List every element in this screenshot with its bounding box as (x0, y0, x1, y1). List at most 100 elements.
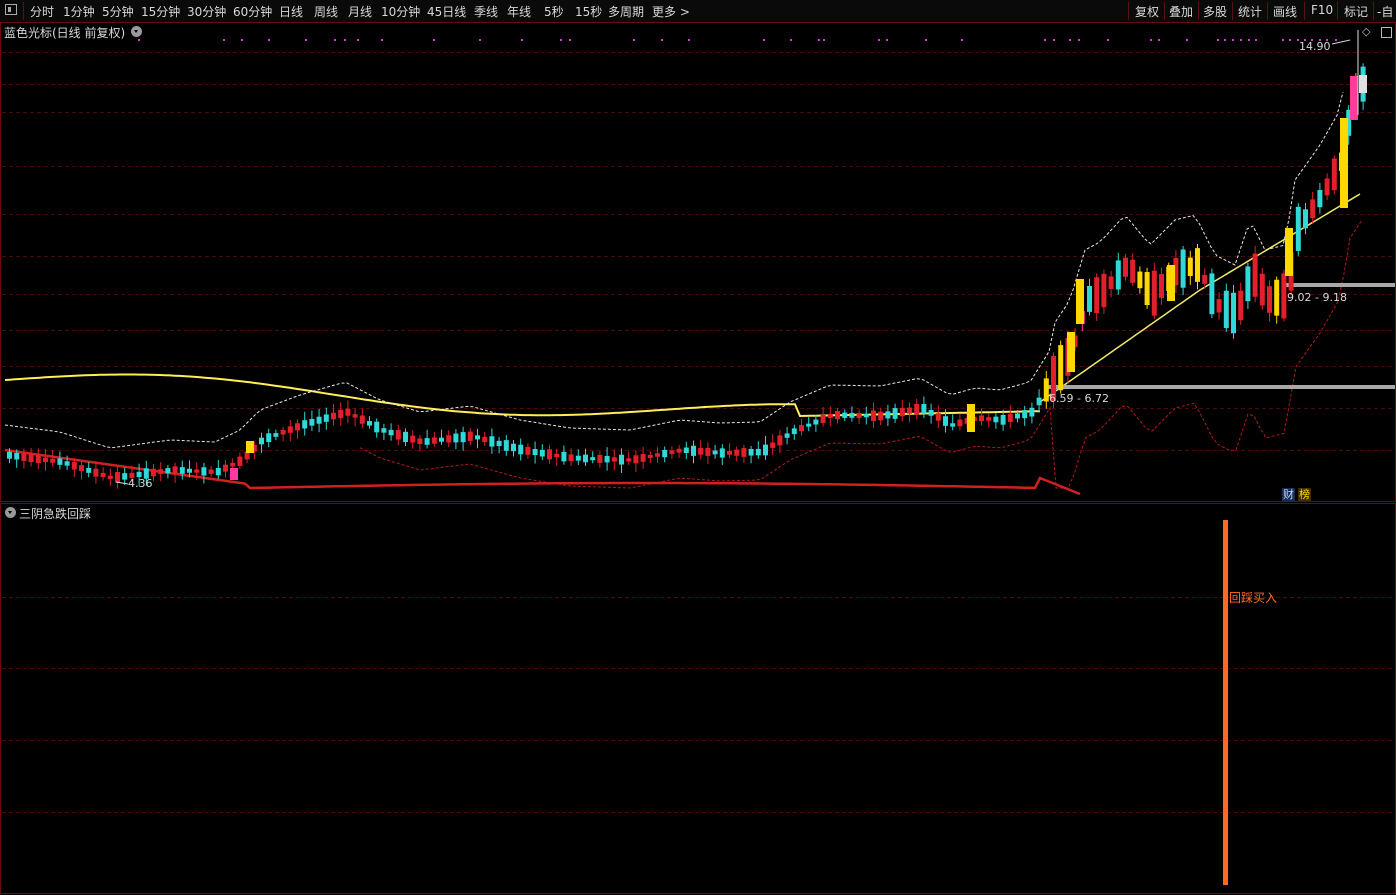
multi-stock-button[interactable]: 多股 (1203, 3, 1227, 20)
candle-body (719, 448, 725, 458)
buy-signal-bar (1223, 520, 1228, 885)
candle-body (187, 468, 192, 473)
period-tab[interactable]: 60分钟 (233, 3, 272, 20)
signal-dot (138, 39, 140, 41)
candle-body (1281, 273, 1287, 319)
indicator-chart[interactable] (0, 503, 1396, 895)
candle-body (482, 436, 488, 443)
highlight-candle (967, 404, 975, 432)
candle-body (1123, 257, 1128, 277)
period-tab[interactable]: 15秒 (575, 3, 602, 20)
candle-body (424, 438, 430, 445)
candle-body (1223, 290, 1229, 329)
period-tab[interactable]: 5秒 (544, 3, 564, 20)
toolbar-divider (1373, 2, 1374, 20)
candle-body (849, 412, 855, 418)
more-periods-menu[interactable]: 更多 > (652, 3, 690, 20)
overlay-button[interactable]: 叠加 (1169, 3, 1193, 20)
candle-body (35, 454, 41, 464)
candle-body (993, 416, 999, 423)
candle-body (367, 421, 372, 426)
candle-body (575, 455, 581, 461)
signal-dot (357, 39, 359, 41)
kline-chart[interactable] (0, 22, 1396, 502)
candle-body (359, 415, 365, 424)
candle-body (1274, 279, 1280, 316)
candle-body (194, 469, 200, 473)
high-price-arrow (1331, 39, 1351, 45)
window-icon[interactable] (5, 4, 17, 15)
candle-body (755, 448, 761, 456)
candle-body (7, 451, 12, 459)
signal-dot (268, 39, 270, 41)
period-tab[interactable]: 月线 (348, 3, 372, 20)
toolbar-divider (1232, 2, 1233, 20)
period-tab[interactable]: 30分钟 (187, 3, 226, 20)
period-tab[interactable]: 1分钟 (63, 3, 95, 20)
candle-body (921, 403, 927, 414)
candle-body (1187, 257, 1193, 277)
period-tab[interactable]: 季线 (474, 3, 498, 20)
candle-body (1029, 407, 1035, 417)
candle-body (532, 449, 538, 456)
candle-body (201, 467, 207, 476)
period-tab[interactable]: 分时 (30, 3, 54, 20)
candle-body (21, 453, 27, 461)
candle-body (712, 450, 718, 455)
candle-body (856, 413, 862, 419)
candle-body (604, 455, 610, 463)
signal-dot (763, 39, 765, 41)
statistics-button[interactable]: 统计 (1238, 3, 1262, 20)
period-tab[interactable]: 10分钟 (381, 3, 420, 20)
period-tab[interactable]: 日线 (279, 3, 303, 20)
support-zone-upper (1284, 283, 1395, 287)
mark-button[interactable]: 标记 (1344, 3, 1368, 20)
signal-dot (1289, 39, 1291, 41)
candle-body (1015, 413, 1020, 419)
candle-body (518, 444, 524, 455)
signal-dot (886, 39, 888, 41)
signal-dot (818, 39, 820, 41)
candle-body (734, 449, 740, 456)
highlight-candle (1285, 228, 1293, 276)
toolbar-divider (1337, 2, 1338, 20)
signal-dot (925, 39, 927, 41)
candle-body (813, 419, 819, 425)
candle-body (763, 444, 768, 456)
candle-body (979, 415, 984, 422)
draw-line-button[interactable]: 画线 (1273, 3, 1297, 20)
candle-body (14, 452, 20, 460)
toolbar-divider (1164, 2, 1165, 20)
candle-body (57, 458, 63, 465)
highlight-candle (1359, 75, 1367, 93)
candle-body (943, 416, 948, 426)
ranking-badge[interactable]: 榜 (1298, 488, 1311, 501)
candle-body (295, 423, 300, 431)
finance-badge[interactable]: 财 (1282, 488, 1295, 501)
candle-body (273, 433, 279, 437)
period-tab[interactable]: 周线 (314, 3, 338, 20)
candle-body (345, 408, 351, 416)
period-tab[interactable]: 15分钟 (141, 3, 180, 20)
signal-dot (1248, 39, 1250, 41)
f10-button[interactable]: F10 (1311, 3, 1333, 17)
period-tab[interactable]: 年线 (507, 3, 531, 20)
candle-body (1151, 270, 1157, 316)
signal-dot (305, 39, 307, 41)
highlight-candle (1076, 279, 1084, 324)
candle-body (395, 429, 401, 440)
highlight-candle (230, 468, 238, 480)
long-ma-line (4, 373, 1041, 418)
signal-dot (521, 39, 523, 41)
candle-body (208, 469, 214, 474)
period-tab[interactable]: 45日线 (427, 3, 466, 20)
custom-button[interactable]: -自 (1377, 3, 1393, 20)
period-tab[interactable]: 多周期 (608, 3, 644, 20)
signal-dot (1186, 39, 1188, 41)
toolbar-divider (23, 2, 24, 20)
candle-body (230, 462, 236, 467)
candle-body (561, 451, 567, 462)
restore-rights-button[interactable]: 复权 (1135, 3, 1159, 20)
candle-body (1000, 414, 1006, 425)
period-tab[interactable]: 5分钟 (102, 3, 134, 20)
